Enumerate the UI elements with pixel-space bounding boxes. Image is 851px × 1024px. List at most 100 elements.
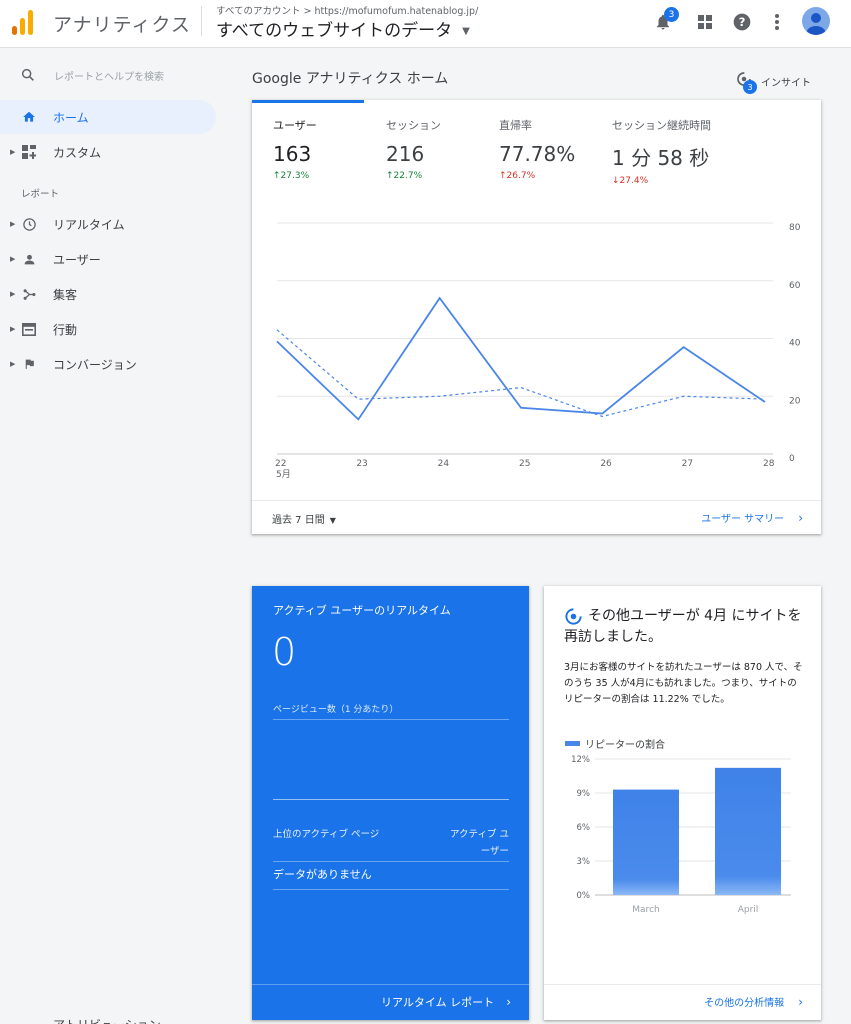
search-box[interactable]: レポートとヘルプを検索 <box>8 58 208 92</box>
repeat-rate-bar-chart: 0% 3% 6% 9% 12% March April <box>571 755 791 915</box>
avatar-person-icon <box>806 13 826 35</box>
search-icon <box>21 68 34 81</box>
realtime-report-link[interactable]: リアルタイム レポート › <box>381 994 511 1010</box>
realtime-empty-state: データがありません <box>273 868 372 881</box>
sidebar-item-home[interactable]: ホーム <box>0 100 216 134</box>
x-tick-label: 28 <box>763 459 775 469</box>
bar <box>613 789 679 895</box>
x-tick-label: 23 <box>356 459 367 469</box>
metric-change: ↑27.3% <box>273 171 310 181</box>
y-tick-label: 0 <box>789 454 795 464</box>
sidebar-item-behavior[interactable]: ▶ 行動 <box>0 312 216 346</box>
reports-section-label: レポート <box>21 189 60 200</box>
expand-arrow-icon: ▶ <box>10 290 16 298</box>
metric-change: ↑26.7% <box>499 171 536 181</box>
sidebar-item-label: ホーム <box>53 110 89 125</box>
breadcrumb[interactable]: すべてのアカウント > https://mofumofum.hatenablog.j… <box>216 3 478 17</box>
behavior-icon <box>21 321 37 337</box>
users-line-chart: 0 20 40 60 80 22 23 24 25 26 27 28 5月 <box>275 222 801 480</box>
insights-label: インサイト <box>761 77 811 89</box>
insights-button[interactable]: 3 インサイト <box>735 70 811 94</box>
expand-arrow-icon: ▶ <box>10 148 16 156</box>
expand-arrow-icon: ▶ <box>10 255 16 263</box>
metric-label: 直帰率 <box>499 119 532 132</box>
dropdown-caret-icon: ▼ <box>329 516 336 525</box>
sidebar-item-attribution[interactable]: アトリビューション <box>53 1016 161 1024</box>
flag-icon <box>21 356 37 372</box>
active-metric-indicator <box>252 100 364 103</box>
sidebar-item-label: カスタム <box>53 145 102 160</box>
metric-change: ↑22.7% <box>386 171 423 181</box>
svg-text:?: ? <box>739 15 746 29</box>
sidebar: レポートとヘルプを検索 ホーム ▶ カスタム レポート ▶ リアルタイム ▶ ユ… <box>0 48 222 1024</box>
sidebar-item-conversions[interactable]: ▶ コンバージョン <box>0 347 216 381</box>
realtime-table-divider <box>273 861 509 862</box>
help-button[interactable]: ? <box>731 11 753 33</box>
sidebar-item-label: コンバージョン <box>53 357 137 372</box>
sidebar-item-acquisition[interactable]: ▶ 集客 <box>0 277 216 311</box>
sidebar-item-label: 行動 <box>53 322 78 337</box>
metric-value: 1 分 58 秒 <box>612 146 710 170</box>
top-app-bar: アナリティクス すべてのアカウント > https://mofumofum.hate… <box>0 0 851 48</box>
card-divider <box>252 500 821 501</box>
expand-arrow-icon: ▶ <box>10 360 16 368</box>
expand-arrow-icon: ▶ <box>10 220 16 228</box>
realtime-pageviews-baseline <box>273 799 509 800</box>
apps-button[interactable] <box>694 11 716 33</box>
metric-users[interactable]: ユーザー 163 ↑27.3% <box>273 117 317 181</box>
dropdown-caret-icon: ▼ <box>462 25 470 37</box>
date-range-selector[interactable]: 過去 7 日間 ▼ <box>272 511 336 526</box>
x-tick-label: March <box>632 905 659 915</box>
metric-session-duration[interactable]: セッション継続時間 1 分 58 秒 ↓27.4% <box>612 117 711 186</box>
notification-badge: 3 <box>664 7 679 22</box>
y-tick-label: 40 <box>789 339 801 349</box>
sidebar-item-realtime[interactable]: ▶ リアルタイム <box>0 207 216 241</box>
bar <box>715 767 781 895</box>
x-tick-label: 22 <box>275 459 286 469</box>
sidebar-item-users[interactable]: ▶ ユーザー <box>0 242 216 276</box>
legend-swatch <box>565 741 580 746</box>
metric-sessions[interactable]: セッション 216 ↑22.7% <box>386 117 441 181</box>
notifications-button[interactable]: 3 <box>652 7 679 33</box>
sidebar-item-custom[interactable]: ▶ カスタム <box>0 135 216 169</box>
metric-value: 216 <box>386 142 425 166</box>
more-options-button[interactable] <box>766 11 788 33</box>
clock-icon <box>21 216 37 232</box>
more-vert-icon <box>775 14 779 30</box>
analytics-logo[interactable] <box>12 9 38 35</box>
user-summary-link[interactable]: ユーザー サマリー › <box>701 510 803 526</box>
property-selector[interactable]: すべてのウェブサイトのデータ ▼ <box>216 16 470 41</box>
y-tick-label: 0% <box>577 891 591 901</box>
date-range-label: 過去 7 日間 <box>272 515 325 526</box>
more-insights-link[interactable]: その他の分析情報 › <box>704 994 803 1010</box>
metric-label: ユーザー <box>273 119 317 132</box>
y-tick-label: 60 <box>789 281 801 291</box>
insights-badge: 3 <box>743 80 757 94</box>
acquisition-icon <box>21 286 37 302</box>
app-title: アナリティクス <box>53 14 191 36</box>
metric-label: セッション継続時間 <box>612 119 711 132</box>
x-tick-label: 24 <box>438 459 450 469</box>
person-icon <box>21 251 37 267</box>
y-tick-label: 80 <box>789 223 801 233</box>
home-icon <box>21 109 37 125</box>
chevron-right-icon: › <box>798 510 803 525</box>
sidebar-item-label: ユーザー <box>53 252 101 267</box>
card-divider <box>544 984 821 985</box>
overview-card: ユーザー 163 ↑27.3% セッション 216 ↑22.7% 直帰率 77.… <box>252 100 821 534</box>
insight-body: 3月にお客様のサイトを訪れたユーザーは 870 人で、そのうち 35 人が4月に… <box>564 662 803 705</box>
realtime-active-users: 0 <box>272 630 297 674</box>
metric-bounce-rate[interactable]: 直帰率 77.78% ↑26.7% <box>499 117 575 181</box>
x-tick-sublabel: 5月 <box>276 469 291 480</box>
search-input[interactable]: レポートとヘルプを検索 <box>54 68 164 83</box>
more-insights-label: その他の分析情報 <box>704 998 785 1009</box>
sidebar-item-label: 集客 <box>53 287 78 302</box>
series-line-current <box>276 296 766 421</box>
y-tick-label: 12% <box>571 755 590 765</box>
realtime-col-users: アクティブ ユーザー <box>450 829 509 857</box>
y-tick-label: 20 <box>789 396 801 406</box>
x-tick-label: April <box>738 905 759 915</box>
help-icon: ? <box>733 13 751 31</box>
account-avatar[interactable] <box>802 7 830 35</box>
realtime-title: アクティブ ユーザーのリアルタイム <box>273 604 451 617</box>
